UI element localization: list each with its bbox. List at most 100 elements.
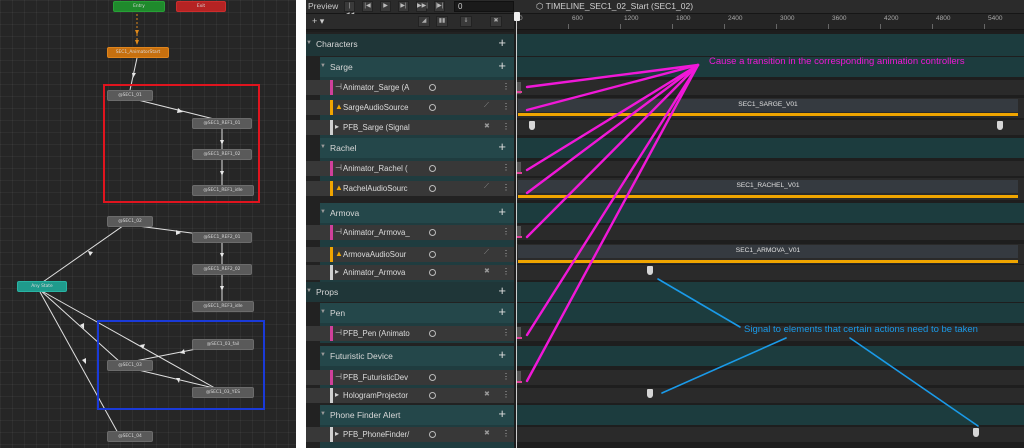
frame-field[interactable]: 0 (454, 1, 514, 12)
track-menu-icon[interactable]: ⋮ (502, 429, 510, 438)
state-entry[interactable]: Entry (113, 1, 165, 12)
play-range-button[interactable]: |▶| (434, 1, 445, 12)
lane-animator-sarge[interactable] (516, 80, 1024, 95)
track-menu-icon[interactable]: ⋮ (502, 227, 510, 236)
track-armova-audio[interactable]: ▲ ArmovaAudioSour ⟋ ⋮ (306, 247, 514, 262)
track-sarge-signal[interactable]: ▸ PFB_Sarge (Signal ✖ ⋮ (306, 120, 514, 135)
timeline-window[interactable]: Preview |◀◀ |◀ ▶ ▶| ▶▶| |▶| 0 ⬡ TIMELINE… (306, 0, 1024, 448)
state-armova-yes[interactable]: @SEC1_03_YES (192, 387, 254, 398)
prev-frame-button[interactable]: |◀ (362, 1, 373, 12)
track-animator-pen[interactable]: ⊣ PFB_Pen (Animato ⋮ (306, 326, 514, 341)
time-ruler[interactable]: 0 600 1200 1800 2400 3000 3600 4200 4800… (516, 14, 1024, 30)
state-sec1-04[interactable]: @SEC1_04 (107, 431, 153, 442)
lane-rachel-audio[interactable]: SEC1_RACHEL_V01 (516, 178, 1024, 200)
goto-start-button[interactable]: |◀◀ (344, 1, 355, 18)
lane-animator-device[interactable] (516, 370, 1024, 385)
add-track-menu[interactable]: + ▾ (312, 16, 324, 27)
binding-target-icon[interactable] (429, 431, 436, 438)
audio-clip-rachel[interactable]: SEC1_RACHEL_V01 (518, 180, 1018, 193)
state-rachel-3[interactable]: @SEC1_REF2_02 (192, 264, 252, 275)
lane-device-signal[interactable] (516, 388, 1024, 403)
track-menu-icon[interactable]: ⋮ (502, 267, 510, 276)
track-phone-signal[interactable]: ▸ PFB_PhoneFinder/ ✖ ⋮ (306, 427, 514, 442)
pin-track-icon[interactable]: ✖ (484, 267, 490, 275)
next-frame-button[interactable]: ▶| (398, 1, 409, 12)
track-menu-icon[interactable]: ⋮ (502, 390, 510, 399)
group-rachel[interactable]: ▼ Rachel + (320, 138, 514, 158)
state-sarge-1[interactable]: @SEC1_01 (107, 90, 153, 101)
audio-clip-sarge[interactable]: SEC1_SARGE_V01 (518, 99, 1018, 112)
binding-target-icon[interactable] (429, 104, 436, 111)
binding-target-icon[interactable] (429, 374, 436, 381)
state-sarge-3[interactable]: @SEC1_REF1_02 (192, 149, 252, 160)
track-animator-sarge[interactable]: ⊣ Animator_Sarge (A ⋮ (306, 80, 514, 95)
signal-marker[interactable] (973, 428, 979, 437)
state-armova-main[interactable]: @SEC1_03 (107, 360, 153, 371)
playhead-handle[interactable] (514, 12, 520, 21)
lane-armova-audio[interactable]: SEC1_ARMOVA_V01 (516, 244, 1024, 264)
track-menu-icon[interactable]: ⋮ (502, 102, 510, 111)
binding-target-icon[interactable] (429, 84, 436, 91)
collapse-arrow-icon[interactable]: ▼ (320, 63, 326, 69)
track-animator-rachel[interactable]: ⊣ Animator_Rachel ( ⋮ (306, 161, 514, 176)
group-armova[interactable]: ▼ Armova + (320, 203, 514, 223)
state-animator-start[interactable]: SEC1_AnimatorStart (107, 47, 169, 58)
mute-icon[interactable]: ⟋ (484, 102, 489, 110)
group-phone-finder-alert[interactable]: ▼ Phone Finder Alert + (320, 405, 514, 425)
group-pen[interactable]: ▼ Pen + (320, 303, 514, 323)
state-rachel-4[interactable]: @SEC1_REF3_idle (192, 301, 254, 312)
state-exit[interactable]: Exit (176, 1, 226, 12)
curves-icon[interactable]: ▮▮ (436, 16, 448, 27)
add-track-icon[interactable]: + (498, 304, 506, 319)
lane-animator-rachel[interactable] (516, 161, 1024, 176)
markers-icon[interactable]: ⇓ (460, 16, 472, 27)
lane-sarge-signal[interactable] (516, 120, 1024, 135)
add-track-icon[interactable]: + (498, 347, 506, 362)
add-track-icon[interactable]: + (498, 139, 506, 154)
track-menu-icon[interactable]: ⋮ (502, 163, 510, 172)
track-menu-icon[interactable]: ⋮ (502, 183, 510, 192)
collapse-arrow-icon[interactable]: ▼ (320, 352, 326, 358)
pin-icon[interactable]: ✖ (490, 16, 502, 27)
track-menu-icon[interactable]: ⋮ (502, 82, 510, 91)
signal-marker[interactable] (647, 389, 653, 398)
track-animator-device[interactable]: ⊣ PFB_FuturisticDev ⋮ (306, 370, 514, 385)
signal-marker[interactable] (529, 121, 535, 130)
group-props[interactable]: ▼ Props + (306, 282, 514, 302)
add-track-icon[interactable]: + (498, 204, 506, 219)
mute-icon[interactable]: ⟋ (484, 183, 489, 191)
play-button[interactable]: ▶ (380, 1, 391, 12)
track-sarge-audio[interactable]: ▲ SargeAudioSource ⟋ ⋮ (306, 100, 514, 115)
group-characters[interactable]: ▼ Characters + (306, 34, 514, 56)
preview-toggle[interactable]: Preview (308, 1, 338, 11)
lane-phone-signal[interactable] (516, 427, 1024, 442)
filter-icon[interactable]: ◢ (418, 16, 430, 27)
state-sarge-2[interactable]: @SEC1_REF1_01 (192, 118, 252, 129)
pin-track-icon[interactable]: ✖ (484, 429, 490, 437)
lane-armova-signal[interactable] (516, 265, 1024, 280)
lane-animator-armova[interactable] (516, 225, 1024, 240)
track-rachel-audio[interactable]: ▲ RachelAudioSourc ⟋ ⋮ (306, 181, 514, 196)
add-track-icon[interactable]: + (498, 35, 506, 50)
lane-sarge-audio[interactable]: SEC1_SARGE_V01 (516, 98, 1024, 118)
state-sarge-4[interactable]: @SEC1_REF1_idle (192, 185, 254, 196)
collapse-arrow-icon[interactable]: ▼ (306, 288, 312, 294)
track-device-signal[interactable]: ▸ HologramProjector ✖ ⋮ (306, 388, 514, 403)
collapse-arrow-icon[interactable]: ▼ (320, 144, 326, 150)
mute-icon[interactable]: ⟋ (484, 249, 489, 257)
pin-track-icon[interactable]: ✖ (484, 390, 490, 398)
track-menu-icon[interactable]: ⋮ (502, 328, 510, 337)
state-rachel-1[interactable]: @SEC1_02 (107, 216, 153, 227)
track-menu-icon[interactable]: ⋮ (502, 249, 510, 258)
binding-target-icon[interactable] (429, 185, 436, 192)
pin-track-icon[interactable]: ✖ (484, 122, 490, 130)
binding-target-icon[interactable] (429, 269, 436, 276)
group-sarge[interactable]: ▼ Sarge + (320, 57, 514, 77)
add-track-icon[interactable]: + (498, 58, 506, 73)
track-animator-armova[interactable]: ⊣ Animator_Armova_ ⋮ (306, 225, 514, 240)
binding-target-icon[interactable] (429, 330, 436, 337)
binding-target-icon[interactable] (429, 229, 436, 236)
collapse-arrow-icon[interactable]: ▼ (306, 40, 312, 46)
binding-target-icon[interactable] (429, 392, 436, 399)
signal-marker[interactable] (647, 266, 653, 275)
